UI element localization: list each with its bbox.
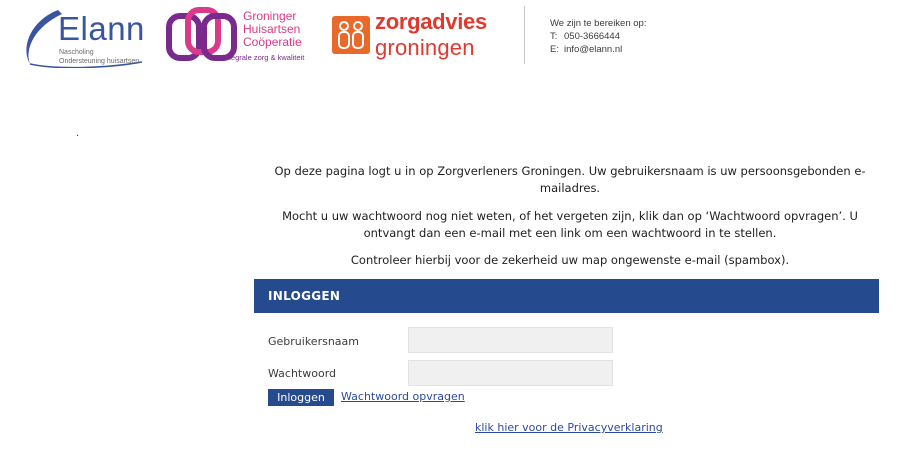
- ghc-logo: Groninger Huisartsen Coöperatie integral…: [162, 4, 322, 68]
- zorgadvies-word: zorgadvies: [375, 9, 487, 34]
- stray-dot: .: [76, 128, 80, 139]
- login-title: INLOGGEN: [268, 289, 341, 303]
- privacy-link[interactable]: klik hier voor de Privacyverklaring: [475, 421, 663, 434]
- ghc-tagline: integrale zorg & kwaliteit: [223, 53, 305, 62]
- username-input[interactable]: [408, 327, 613, 353]
- elann-logo: Elann Nascholing Ondersteuning huisartse…: [18, 4, 146, 68]
- zorgadvies-logo: zorgadvies groningen: [332, 8, 512, 64]
- contact-phone-row: T: 050-3666444: [550, 30, 646, 43]
- login-header-bar: INLOGGEN: [254, 279, 879, 313]
- email-label: E:: [550, 44, 559, 55]
- login-button[interactable]: Inloggen: [268, 389, 334, 406]
- forgot-password-link[interactable]: Wachtwoord opvragen: [341, 390, 465, 403]
- contact-heading: We zijn te bereiken op:: [550, 18, 647, 29]
- intro-paragraph: Controleer hierbij voor de zekerheid uw …: [350, 253, 790, 267]
- phone-number: 050-3666444: [564, 31, 620, 42]
- email-address: info@elann.nl: [564, 44, 623, 55]
- intro-paragraph: Mocht u uw wachtwoord nog niet weten, of…: [282, 209, 858, 240]
- password-input[interactable]: [408, 360, 613, 386]
- ghc-name-line: Coöperatie: [243, 35, 302, 49]
- username-label: Gebruikersnaam: [268, 335, 359, 348]
- elann-subtitle-line: Nascholing: [59, 49, 94, 56]
- elann-subtitle-line: Ondersteuning huisartsen: [59, 58, 140, 65]
- password-label: Wachtwoord: [268, 367, 337, 380]
- elann-subtitle: Nascholing Ondersteuning huisartsen: [59, 48, 139, 66]
- zorgadvies-city: groningen: [375, 35, 475, 60]
- ghc-name: Groninger Huisartsen Coöperatie: [243, 10, 302, 49]
- header-divider: [524, 6, 525, 64]
- contact-email-row: E: info@elann.nl: [550, 43, 646, 56]
- phone-label: T:: [550, 31, 558, 42]
- zorgadvies-people-icon: [332, 16, 370, 54]
- contact-info: We zijn te bereiken op: T: 050-3666444 E:…: [550, 17, 646, 56]
- elann-wordmark: Elann: [58, 10, 145, 47]
- page-header: Elann Nascholing Ondersteuning huisartse…: [0, 0, 900, 72]
- intro-paragraph: Op deze pagina logt u in op Zorgverlener…: [274, 164, 866, 195]
